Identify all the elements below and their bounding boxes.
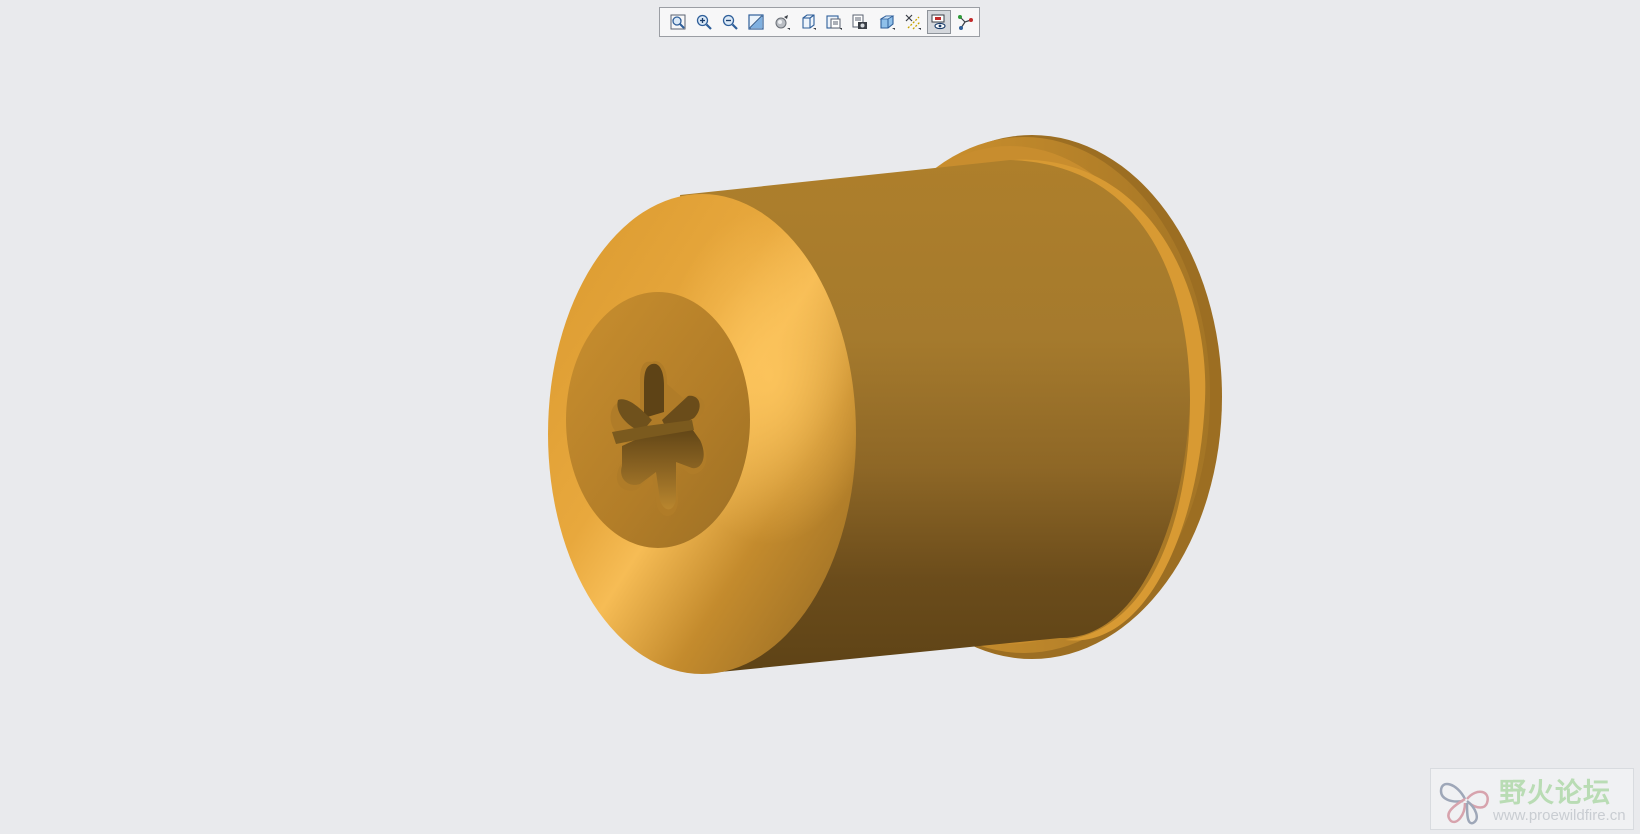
- graphics-window[interactable]: 野火论坛 www.proewildfire.cn: [0, 0, 1640, 834]
- watermark-title: 野火论坛: [1499, 778, 1611, 809]
- part-model[interactable]: [0, 0, 1640, 834]
- butterfly-logo-icon: [1439, 782, 1489, 825]
- watermark-url: www.proewildfire.cn: [1493, 807, 1626, 824]
- forum-watermark: 野火论坛 www.proewildfire.cn: [1430, 768, 1634, 830]
